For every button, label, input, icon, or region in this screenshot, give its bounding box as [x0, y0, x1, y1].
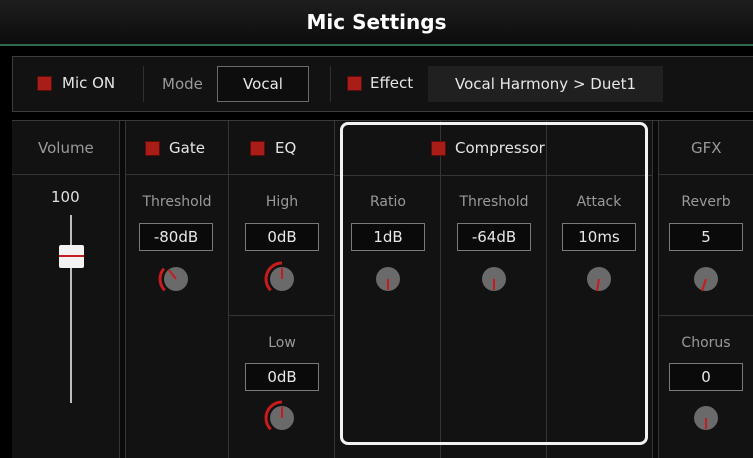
gfx-label: GFX [691, 139, 722, 157]
eq-label: EQ [275, 139, 297, 157]
eq-high-knob[interactable] [262, 259, 302, 299]
page-title: Mic Settings [306, 10, 447, 34]
effect-label: Effect [370, 74, 414, 92]
chorus-value[interactable]: 0 [669, 363, 743, 391]
compressor-label: Compressor [455, 139, 545, 157]
volume-slider-marker [59, 255, 84, 257]
mic-on-label: Mic ON [62, 74, 116, 92]
gate-threshold-value[interactable]: -80dB [139, 223, 213, 251]
ratio-knob[interactable] [368, 259, 408, 299]
eq-low-label: Low [268, 335, 296, 351]
reverb-label: Reverb [681, 194, 731, 210]
compressor-header-rule [335, 175, 653, 176]
divider [143, 66, 144, 102]
chorus-label: Chorus [681, 335, 731, 351]
compressor-checkbox[interactable] [431, 141, 446, 156]
reverb-value[interactable]: 5 [669, 223, 743, 251]
eq-high-label: High [265, 194, 299, 210]
gate-checkbox[interactable] [145, 141, 160, 156]
mic-on-checkbox[interactable] [37, 76, 52, 91]
gate-label: Gate [169, 139, 205, 157]
reverb-knob[interactable] [686, 259, 726, 299]
mode-label: Mode [162, 75, 203, 93]
ratio-label: Ratio [370, 194, 406, 210]
attack-label: Attack [576, 194, 622, 210]
effect-select[interactable]: Vocal Harmony > Duet1 [428, 66, 663, 102]
gate-threshold-knob[interactable] [156, 259, 196, 299]
attack-value[interactable]: 10ms [562, 223, 636, 251]
compressor-threshold-label: Threshold [459, 194, 529, 210]
mode-select[interactable]: Vocal [217, 66, 309, 102]
gate-threshold-label: Threshold [142, 194, 212, 210]
eq-low-knob[interactable] [262, 398, 302, 438]
ratio-value[interactable]: 1dB [351, 223, 425, 251]
volume-value: 100 [51, 188, 80, 206]
eq-checkbox[interactable] [250, 141, 265, 156]
chorus-knob[interactable] [686, 398, 726, 438]
eq-low-value[interactable]: 0dB [245, 363, 319, 391]
volume-slider-track[interactable] [70, 215, 72, 403]
gfx-divider [659, 315, 753, 316]
volume-column [12, 121, 120, 458]
eq-high-value[interactable]: 0dB [245, 223, 319, 251]
eq-divider [229, 315, 335, 316]
compressor-threshold-knob[interactable] [474, 259, 514, 299]
divider [330, 66, 331, 102]
compressor-threshold-value[interactable]: -64dB [457, 223, 531, 251]
volume-label: Volume [38, 139, 94, 157]
attack-knob[interactable] [579, 259, 619, 299]
effect-checkbox[interactable] [347, 76, 362, 91]
